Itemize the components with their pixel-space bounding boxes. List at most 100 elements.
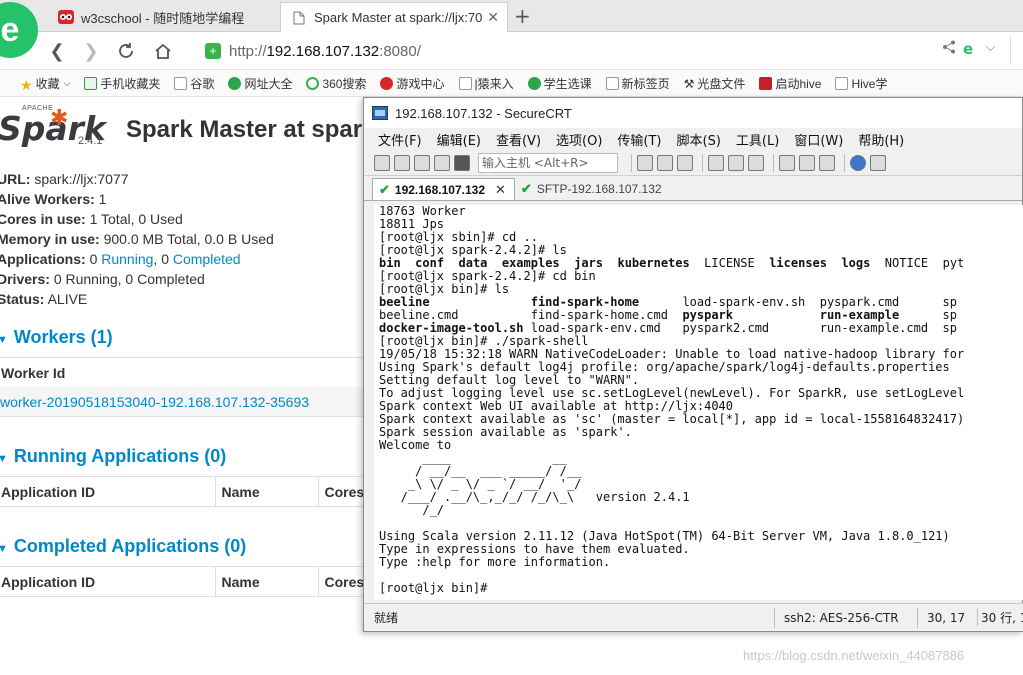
info-url: URL: spark://ljx:7077 (0, 171, 129, 187)
page-icon (291, 10, 307, 26)
table-row: worker-20190518153040-192.168.107.132-35… (0, 387, 370, 417)
close-tab-icon[interactable]: ✕ (495, 182, 506, 198)
terminal-output: 18763 Worker 18811 Jps [root@ljx sbin]# … (379, 205, 965, 595)
disc-icon: ⚒ (683, 76, 695, 91)
leaf-icon (527, 76, 541, 90)
menu-transfer[interactable]: 传输(T) (617, 130, 661, 149)
browser-mode-icon[interactable]: e (963, 40, 973, 58)
check-icon: ✔ (379, 181, 390, 197)
completed-apps-table: Application ID Name Cores (0, 566, 370, 597)
info-drivers: Drivers: 0 Running, 0 Completed (0, 271, 205, 287)
reconnect-icon[interactable] (434, 154, 450, 171)
spark-version: 2.4.1 (78, 135, 103, 147)
copy-icon[interactable] (637, 154, 653, 171)
col-application-id[interactable]: Application ID (0, 566, 215, 597)
new-tab-icon[interactable]: + (514, 4, 531, 28)
find-icon[interactable] (677, 154, 693, 171)
divider (774, 608, 775, 628)
help-icon[interactable] (850, 154, 866, 171)
col-application-id[interactable]: Application ID (0, 476, 215, 507)
page-icon (458, 76, 472, 90)
collapse-triangle-icon: ▼ (0, 453, 8, 465)
home-icon[interactable] (150, 38, 176, 64)
key-icon[interactable] (819, 154, 835, 171)
col-worker-id[interactable]: Worker Id (0, 357, 370, 388)
menu-view[interactable]: 查看(V) (496, 130, 541, 149)
close-tab-icon[interactable]: ✕ (487, 9, 499, 26)
back-icon[interactable]: ❮ (44, 38, 70, 64)
disconnect-icon[interactable] (454, 154, 470, 171)
bookmark-yuanlairu[interactable]: |猿来入 (458, 75, 514, 92)
shield-icon (759, 76, 773, 90)
completed-apps-heading[interactable]: ▼ Completed Applications (0) (0, 536, 246, 557)
address-bar[interactable]: + http://192.168.107.132:8080/ (205, 37, 935, 65)
menu-file[interactable]: 文件(F) (378, 130, 422, 149)
tab-w3cschool[interactable]: w3cschool - 随时随地学编程 (48, 2, 276, 32)
window-title-bar[interactable]: 192.168.107.132 - SecureCRT (364, 98, 1022, 128)
menu-help[interactable]: 帮助(H) (858, 130, 904, 149)
global-options-icon[interactable] (799, 154, 815, 171)
divider (844, 153, 845, 172)
session-tab-sftp[interactable]: ✔ SFTP-192.168.107.132 (515, 178, 670, 200)
connect-icon[interactable] (374, 154, 390, 171)
worker-id-link[interactable]: worker-20190518153040-192.168.107.132-35… (0, 394, 309, 410)
menu-options[interactable]: 选项(O) (556, 130, 602, 149)
forward-icon[interactable]: ❯ (78, 38, 104, 64)
page-icon (835, 76, 849, 90)
session-tab-active[interactable]: ✔ 192.168.107.132 ✕ (372, 178, 515, 200)
bookmark-games[interactable]: 游戏中心 (380, 75, 445, 92)
menu-edit[interactable]: 编辑(E) (437, 130, 481, 149)
spark-star-icon: ✱ (50, 105, 69, 130)
col-name[interactable]: Name (214, 566, 318, 597)
print-icon[interactable] (708, 154, 724, 171)
search-ring-icon (306, 76, 320, 90)
bookmark-favorites[interactable]: ★ 收藏 ⌵ (20, 75, 70, 93)
host-input[interactable]: 输入主机 <Alt+R> (478, 152, 618, 173)
printer-icon[interactable] (748, 154, 764, 171)
menu-tools[interactable]: 工具(L) (736, 130, 779, 149)
chevron-down-icon[interactable]: ⌵ (986, 40, 995, 55)
completed-apps-link[interactable]: Completed (173, 251, 241, 267)
security-shield-icon: + (205, 43, 221, 59)
bookmarks-bar: ★ 收藏 ⌵ 手机收藏夹 谷歌 网址大全 360搜索 游戏中心 |猿来入 学生选课 … (0, 70, 1023, 97)
connect-tab-icon[interactable] (414, 154, 430, 171)
bookmark-sites[interactable]: 网址大全 (228, 75, 292, 92)
terminal-area[interactable]: 18763 Worker 18811 Jps [root@ljx sbin]# … (374, 205, 1023, 600)
status-cursor-pos: 30, 17 (927, 610, 966, 625)
globe-icon (228, 76, 242, 90)
browser-tab-bar: w3cschool - 随时随地学编程 Spark Master at spar… (0, 0, 1023, 32)
bookmark-hive-start[interactable]: 启动hive (759, 75, 821, 92)
check-icon: ✔ (520, 181, 532, 196)
bookmark-hive-learn[interactable]: Hive学 (835, 75, 887, 92)
divider (773, 153, 774, 172)
paste-icon[interactable] (657, 154, 673, 171)
status-bar: 就绪 ssh2: AES-256-CTR 30, 17 30 行, 1 (364, 603, 1023, 631)
menu-script[interactable]: 脚本(S) (677, 130, 721, 149)
bookmark-360-search[interactable]: 360搜索 (306, 75, 366, 92)
reload-icon[interactable] (113, 38, 139, 64)
session-options-icon[interactable] (779, 154, 795, 171)
bookmark-google[interactable]: 谷歌 (174, 75, 214, 92)
share-icon[interactable] (942, 40, 956, 58)
workers-heading[interactable]: ▼ Workers (1) (0, 327, 113, 348)
col-name[interactable]: Name (214, 476, 318, 507)
tab-label: Spark Master at spark://ljx:70 (314, 10, 483, 25)
bookmark-course[interactable]: 学生选课 (527, 75, 592, 92)
info-alive-workers: Alive Workers: 1 (0, 191, 107, 207)
quick-connect-icon[interactable] (394, 154, 410, 171)
running-apps-heading[interactable]: ▼ Running Applications (0) (0, 446, 226, 467)
print-screen-icon[interactable] (728, 154, 744, 171)
running-apps-link[interactable]: Running (101, 251, 153, 267)
bookmark-mobile[interactable]: 手机收藏夹 (84, 75, 160, 92)
divider (1010, 36, 1011, 64)
phone-icon (84, 76, 98, 90)
menu-window[interactable]: 窗口(W) (794, 130, 843, 149)
star-icon: ★ (20, 76, 33, 93)
master-info-list: URL: spark://ljx:7077 Alive Workers: 1 C… (0, 169, 274, 309)
status-rows: 30 行, 1 (977, 609, 1023, 626)
bookmark-disc[interactable]: ⚒ 光盘文件 (684, 75, 746, 92)
bookmark-new-tab[interactable]: 新标签页 (605, 75, 670, 92)
url-host: 192.168.107.132 (266, 42, 380, 60)
tab-spark-master[interactable]: Spark Master at spark://ljx:70 ✕ (280, 2, 508, 32)
sftp-icon[interactable] (870, 154, 886, 171)
